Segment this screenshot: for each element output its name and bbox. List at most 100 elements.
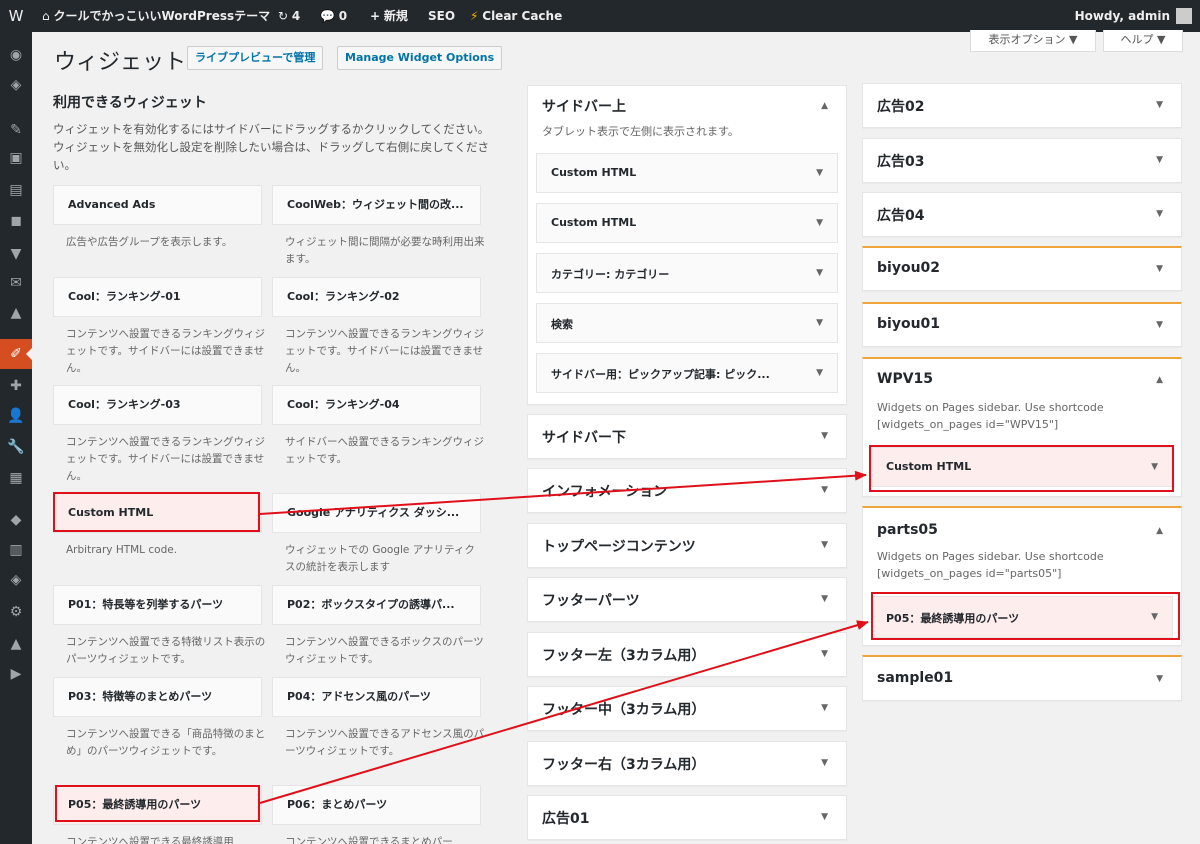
- available-widget[interactable]: P01：特長等を列挙するパーツ: [53, 585, 262, 625]
- menu-item-11-icon[interactable]: 👤: [0, 401, 32, 431]
- sidebar-area[interactable]: フッターパーツ ▼: [527, 577, 847, 622]
- menu-item-16-icon[interactable]: ◈: [0, 565, 32, 595]
- sidebar-area[interactable]: 広告01 ▼: [527, 795, 847, 840]
- expand-arrow-icon[interactable]: ▼: [821, 703, 828, 713]
- help-button[interactable]: ヘルプ ▼: [1103, 30, 1183, 52]
- menu-item-9-icon[interactable]: ✐: [0, 339, 32, 369]
- available-widget-desc: コンテンツへ設置できるボックスのパーツウィジェットです。: [285, 636, 484, 665]
- available-widget[interactable]: P04：アドセンス風のパーツ: [272, 677, 481, 717]
- sidebar-area-title: サイドバー下: [542, 430, 626, 446]
- sidebar-area[interactable]: インフォメーション ▼: [527, 468, 847, 513]
- available-widget[interactable]: Advanced Ads: [53, 185, 262, 225]
- expand-arrow-icon[interactable]: ▼: [1156, 155, 1163, 165]
- collapse-arrow-icon[interactable]: ▲: [1156, 375, 1163, 385]
- shortcode-desc: Widgets on Pages sidebar. Use shortcode: [877, 401, 1104, 414]
- expand-arrow-icon[interactable]: ▼: [1156, 264, 1163, 274]
- collapse-arrow-icon[interactable]: ▲: [1156, 526, 1163, 536]
- sidebar-area[interactable]: 広告04 ▼: [862, 192, 1182, 237]
- sidebar-area[interactable]: biyou01 ▼: [862, 302, 1182, 347]
- menu-item-13-icon[interactable]: ▦: [0, 463, 32, 493]
- menu-item-12-icon[interactable]: 🔧: [0, 432, 32, 462]
- sidebar-area[interactable]: フッター中（3カラム用） ▼: [527, 686, 847, 731]
- menu-item-2-icon[interactable]: ✎: [0, 115, 32, 145]
- sidebar-area[interactable]: biyou02 ▼: [862, 246, 1182, 291]
- seo-label: SEO: [428, 9, 456, 23]
- available-widgets-desc: ウィジェットを有効化するにはサイドバーにドラッグするかクリックしてください。ウィ…: [53, 122, 490, 172]
- sidebar-area[interactable]: サイドバー下 ▼: [527, 414, 847, 459]
- expand-arrow-icon[interactable]: ▼: [816, 318, 823, 328]
- account-menu[interactable]: Howdy, admin: [1075, 0, 1192, 32]
- comments-link[interactable]: 💬 0: [320, 0, 347, 32]
- menu-item-14-icon[interactable]: ◆: [0, 505, 32, 535]
- seo-link[interactable]: SEO: [428, 0, 455, 32]
- available-widget[interactable]: P02：ボックスタイプの誘導パ...: [272, 585, 481, 625]
- live-preview-button[interactable]: ライブプレビューで管理: [187, 46, 324, 70]
- available-widget[interactable]: Cool：ランキング-02: [272, 277, 481, 317]
- site-name-link[interactable]: ⌂ クールでかっこいいWordPressテーマ: [42, 0, 270, 32]
- menu-item-10-icon[interactable]: ✚: [0, 371, 32, 401]
- expand-arrow-icon[interactable]: ▼: [1156, 100, 1163, 110]
- available-widget[interactable]: P03：特徴等のまとめパーツ: [53, 677, 262, 717]
- expand-arrow-icon[interactable]: ▼: [821, 758, 828, 768]
- clear-cache-link[interactable]: ⚡ Clear Cache: [470, 0, 562, 32]
- menu-item-4-icon[interactable]: ▤: [0, 175, 32, 205]
- available-widget[interactable]: Cool：ランキング-01: [53, 277, 262, 317]
- screen-options-button[interactable]: 表示オプション ▼: [970, 30, 1096, 52]
- sidebar-area-sample01[interactable]: sample01 ▼: [862, 655, 1182, 701]
- menu-item-19-icon[interactable]: ▶: [0, 659, 32, 689]
- wordpress-logo-icon[interactable]: W: [6, 0, 26, 32]
- new-content-link[interactable]: + 新規: [370, 0, 408, 32]
- expand-arrow-icon[interactable]: ▼: [821, 485, 828, 495]
- menu-item-1-icon[interactable]: ◈: [0, 70, 32, 100]
- menu-item-6-icon[interactable]: ▼: [0, 239, 32, 269]
- menu-item-8-icon[interactable]: ▲: [0, 298, 32, 328]
- sidebar-area[interactable]: 広告03 ▼: [862, 138, 1182, 183]
- expand-arrow-icon[interactable]: ▼: [821, 540, 828, 550]
- expand-arrow-icon[interactable]: ▼: [816, 368, 823, 378]
- available-widget[interactable]: Google アナリティクス ダッシ...: [272, 493, 481, 533]
- expand-arrow-icon[interactable]: ▼: [816, 218, 823, 228]
- available-widget-desc: コンテンツへ設置できる最終誘導用: [66, 836, 234, 844]
- expand-arrow-icon[interactable]: ▼: [816, 168, 823, 178]
- manage-widget-options-button[interactable]: Manage Widget Options: [337, 46, 503, 70]
- sidebar-area[interactable]: 広告02 ▼: [862, 83, 1182, 128]
- sidebar-widget[interactable]: サイドバー用：ピックアップ記事: ピック... ▼: [536, 353, 838, 393]
- expand-arrow-icon[interactable]: ▼: [821, 431, 828, 441]
- sidebar-area[interactable]: フッター左（3カラム用） ▼: [527, 632, 847, 677]
- shortcode-text: [widgets_on_pages id="parts05"]: [877, 567, 1062, 580]
- expand-arrow-icon[interactable]: ▼: [1156, 674, 1163, 684]
- expand-arrow-icon[interactable]: ▼: [821, 812, 828, 822]
- expand-arrow-icon[interactable]: ▼: [1156, 209, 1163, 219]
- sidebar-widget[interactable]: カテゴリー: カテゴリー ▼: [536, 253, 838, 293]
- collapse-arrow-icon[interactable]: ▲: [821, 101, 828, 111]
- available-widget-desc: コンテンツへ設置できる「商品特徴のまとめ」のパーツウィジェットです。: [66, 728, 266, 757]
- menu-item-17-icon[interactable]: ⚙: [0, 597, 32, 627]
- sidebar-area-title: WPV15: [877, 371, 934, 387]
- sidebar-area[interactable]: トップページコンテンツ ▼: [527, 523, 847, 568]
- sidebar-area[interactable]: フッター右（3カラム用） ▼: [527, 741, 847, 786]
- sidebar-area-title: 広告01: [542, 811, 590, 827]
- sidebar-widget[interactable]: 検索 ▼: [536, 303, 838, 343]
- menu-item-0-icon[interactable]: ◉: [0, 40, 32, 70]
- expand-arrow-icon[interactable]: ▼: [816, 268, 823, 278]
- available-widget[interactable]: CoolWeb：ウィジェット間の改...: [272, 185, 481, 225]
- menu-item-5-icon[interactable]: ◼: [0, 206, 32, 236]
- available-widget-desc: ウィジェット間に間隔が必要な時利用出来ます。: [285, 236, 485, 265]
- available-widget[interactable]: Cool：ランキング-03: [53, 385, 262, 425]
- tiger-icon: ⚡: [470, 9, 479, 23]
- menu-item-3-icon[interactable]: ▣: [0, 143, 32, 173]
- available-widget[interactable]: Cool：ランキング-04: [272, 385, 481, 425]
- expand-arrow-icon[interactable]: ▼: [821, 649, 828, 659]
- highlight-box-custom-html-source: [53, 492, 260, 532]
- expand-arrow-icon[interactable]: ▼: [1156, 320, 1163, 330]
- menu-item-18-icon[interactable]: ▲: [0, 629, 32, 659]
- sidebar-widget[interactable]: Custom HTML ▼: [536, 153, 838, 193]
- sidebar-area-top[interactable]: サイドバー上 ▲ タブレット表示で左側に表示されます。 Custom HTML ▼…: [527, 85, 847, 405]
- expand-arrow-icon[interactable]: ▼: [821, 594, 828, 604]
- sidebar-widget[interactable]: Custom HTML ▼: [536, 203, 838, 243]
- menu-item-7-icon[interactable]: ✉: [0, 268, 32, 298]
- new-label: 新規: [383, 9, 408, 23]
- available-widget[interactable]: P06：まとめパーツ: [272, 785, 481, 825]
- updates-link[interactable]: ↻ 4: [278, 0, 300, 32]
- menu-item-15-icon[interactable]: ▥: [0, 535, 32, 565]
